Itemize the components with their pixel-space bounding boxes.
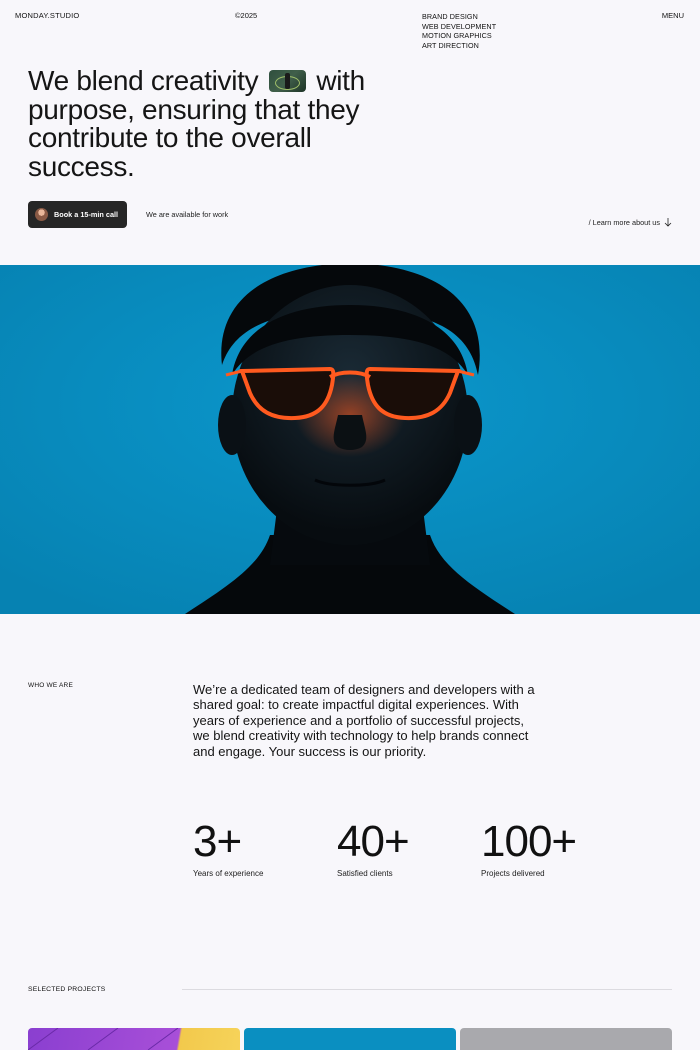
project-card[interactable] <box>244 1028 456 1050</box>
service-item: MOTION GRAPHICS <box>422 31 492 41</box>
about-paragraph: We’re a dedicated team of designers and … <box>193 682 535 759</box>
stat-value: 3+ <box>193 817 242 866</box>
project-thumbnail <box>28 1028 179 1050</box>
avatar <box>35 208 48 221</box>
stat-clients: 40+ Satisfied clients <box>337 817 410 879</box>
service-item: BRAND DESIGN <box>422 12 478 21</box>
project-card[interactable] <box>460 1028 672 1050</box>
book-call-button[interactable]: Book a 15-min call <box>28 201 127 228</box>
hero-portrait-image <box>0 265 700 614</box>
learn-more-label: / Learn more about us <box>588 218 660 227</box>
service-item: WEB DEVELOPMENT <box>422 21 497 31</box>
arrow-down-icon <box>664 218 672 227</box>
brand-logo[interactable]: MONDAY.STUDIO <box>15 11 79 20</box>
inline-thumbnail-image <box>268 70 306 92</box>
copyright-year: ©2025 <box>235 11 258 20</box>
stat-caption: Years of experience <box>193 869 264 878</box>
selected-projects-label: SELECTED PROJECTS <box>28 986 106 993</box>
service-item: ART DIRECTION <box>422 40 479 50</box>
section-divider <box>182 989 672 990</box>
stat-value: 100+ <box>481 817 577 866</box>
hero-heading: We blend creativity with purpose, ensuri… <box>28 65 408 181</box>
availability-text: We are available for work <box>146 210 229 219</box>
menu-button[interactable]: MENU <box>662 11 684 20</box>
book-call-label: Book a 15-min call <box>54 210 119 219</box>
stat-projects: 100+ Projects delivered <box>481 817 577 879</box>
hero-heading-part-1: We blend creativity <box>28 65 259 96</box>
stat-caption: Projects delivered <box>481 869 545 878</box>
site-header: MONDAY.STUDIO ©2025 BRAND DESIGN WEB DEV… <box>0 0 700 60</box>
stat-experience: 3+ Years of experience <box>193 817 264 879</box>
project-card[interactable] <box>28 1028 240 1050</box>
services-list: BRAND DESIGN WEB DEVELOPMENT MOTION GRAP… <box>422 12 496 50</box>
stat-value: 40+ <box>337 817 410 866</box>
stat-caption: Satisfied clients <box>337 869 393 878</box>
learn-more-link[interactable]: / Learn more about us <box>589 218 672 227</box>
who-we-are-label: WHO WE ARE <box>28 682 73 689</box>
